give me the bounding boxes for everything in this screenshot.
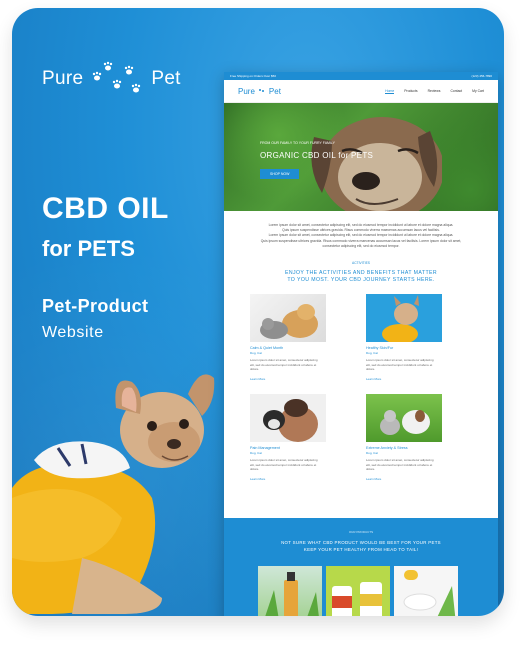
intro-line: Lorem ipsum dolor sit amet, consectetur … [268, 233, 454, 238]
products-band: OUR PRODUCTS NOT SURE WHAT CBD PRODUCT W… [224, 518, 498, 616]
activity-title: Extreme Anxiety & Stress [366, 446, 408, 451]
activity-image-person-dog [250, 394, 326, 443]
activity-card[interactable]: Healthy Skin/Fur Dog, Cat Lorem ipsum do… [366, 294, 472, 394]
activity-description: Lorem ipsum dolor sit amet, consectetur … [250, 458, 318, 472]
activity-description: Lorem ipsum dolor sit amet, consectetur … [366, 458, 434, 472]
topbar-shipping-text: Free Shipping on Orders Over $50 [230, 74, 277, 78]
products-title: NOT SURE WHAT CBD PRODUCT WOULD BE BEST … [224, 539, 498, 553]
activity-card[interactable]: Extreme Anxiety & Stress Dog, Cat Lorem … [366, 394, 472, 494]
learn-more-link[interactable]: Learn More [250, 477, 356, 481]
activity-image-dog-cat [250, 294, 326, 343]
headline-cbd-oil: CBD OIL [42, 192, 169, 225]
hero-tagline: FROM OUR FAMILY TO YOUR FURRY FAMILY [260, 141, 335, 145]
subtitle-pet-product: Pet-Product [42, 296, 149, 316]
site-brand[interactable]: Pure Pet [238, 87, 281, 96]
hero-banner: FROM OUR FAMILY TO YOUR FURRY FAMILY ORG… [224, 103, 498, 211]
section-title-line2: TO YOU MOST. YOUR CBD JOURNEY STARTS HER… [287, 277, 435, 284]
activity-card[interactable]: Calm & Quiet Month Dog, Cat Lorem ipsum … [250, 294, 356, 394]
activity-title: Healthy Skin/Fur [366, 346, 394, 351]
paw-icon [258, 89, 264, 92]
product-cream[interactable] [394, 566, 458, 616]
site-nav: Pure Pet Home Products Reviews Contact M… [224, 80, 498, 103]
products-title-line1: NOT SURE WHAT CBD PRODUCT WOULD BE BEST … [281, 540, 441, 545]
nav-products[interactable]: Products [404, 89, 417, 94]
site-topbar: Free Shipping on Orders Over $50 (123) 4… [224, 72, 498, 80]
products-label: OUR PRODUCTS [348, 530, 374, 534]
promo-card: Pure Pet CBD OIL for PETS Pet-Product We… [12, 8, 504, 616]
nav-reviews[interactable]: Reviews [428, 89, 441, 94]
product-cbd-bottle[interactable] [258, 566, 322, 616]
product-supplements[interactable] [326, 566, 390, 616]
bulldog-illustration [12, 374, 215, 614]
activity-image-dog-cat-grass [366, 394, 442, 443]
activity-card[interactable]: Pain Management Dog, Cat Lorem ipsum dol… [250, 394, 356, 494]
nav-contact[interactable]: Contact [450, 89, 462, 94]
product-images [258, 566, 458, 616]
site-menu: Home Products Reviews Contact My Cart [385, 89, 484, 94]
activity-category: Dog, Cat [250, 351, 262, 356]
logo-word-pet: Pet [151, 68, 181, 89]
website-mockup: Free Shipping on Orders Over $50 (123) 4… [224, 72, 498, 616]
site-brand-word-pet: Pet [268, 86, 281, 96]
paw-prints-icon [89, 60, 145, 98]
logo-word-pure: Pure [42, 68, 84, 89]
intro-text: Lorem ipsum dolor sit amet, consectetur … [224, 211, 498, 249]
nav-home[interactable]: Home [385, 89, 395, 94]
activity-category: Dog, Cat [366, 451, 378, 456]
activity-title: Calm & Quiet Month [250, 346, 284, 351]
activity-image-bulldog [366, 294, 442, 343]
learn-more-link[interactable]: Learn More [366, 477, 472, 481]
activity-category: Dog, Cat [366, 351, 378, 356]
activity-category: Dog, Cat [250, 451, 262, 456]
learn-more-link[interactable]: Learn More [250, 377, 356, 381]
intro-line: Quis ipsum suspendisse ultrices gravida.… [260, 238, 462, 248]
headline-for-pets: for PETS [42, 236, 135, 261]
subtitle-website: Website [42, 324, 104, 341]
site-brand-word-pure: Pure [238, 86, 255, 96]
nav-cart[interactable]: My Cart [472, 89, 484, 94]
section-title-line1: ENJOY THE ACTIVITIES AND BENEFITS THAT M… [284, 270, 438, 277]
shop-now-button[interactable]: SHOP NOW [260, 169, 300, 179]
hero-heading: ORGANIC CBD OIL for PETS [260, 151, 374, 160]
learn-more-link[interactable]: Learn More [366, 377, 472, 381]
section-title: ENJOY THE ACTIVITIES AND BENEFITS THAT M… [224, 270, 498, 284]
activity-title: Pain Management [250, 446, 280, 451]
activities-grid: Calm & Quiet Month Dog, Cat Lorem ipsum … [224, 294, 498, 494]
products-title-line2: KEEP YOUR PET HEALTHY FROM HEAD TO TAIL! [303, 547, 419, 552]
topbar-phone-text: (123) 456-7890 [471, 74, 492, 78]
section-label: ACTIVITIES [352, 261, 370, 266]
activity-description: Lorem ipsum dolor sit amet, consectetur … [250, 358, 318, 372]
pure-pet-logo: Pure Pet [42, 60, 181, 98]
activity-description: Lorem ipsum dolor sit amet, consectetur … [366, 358, 434, 372]
